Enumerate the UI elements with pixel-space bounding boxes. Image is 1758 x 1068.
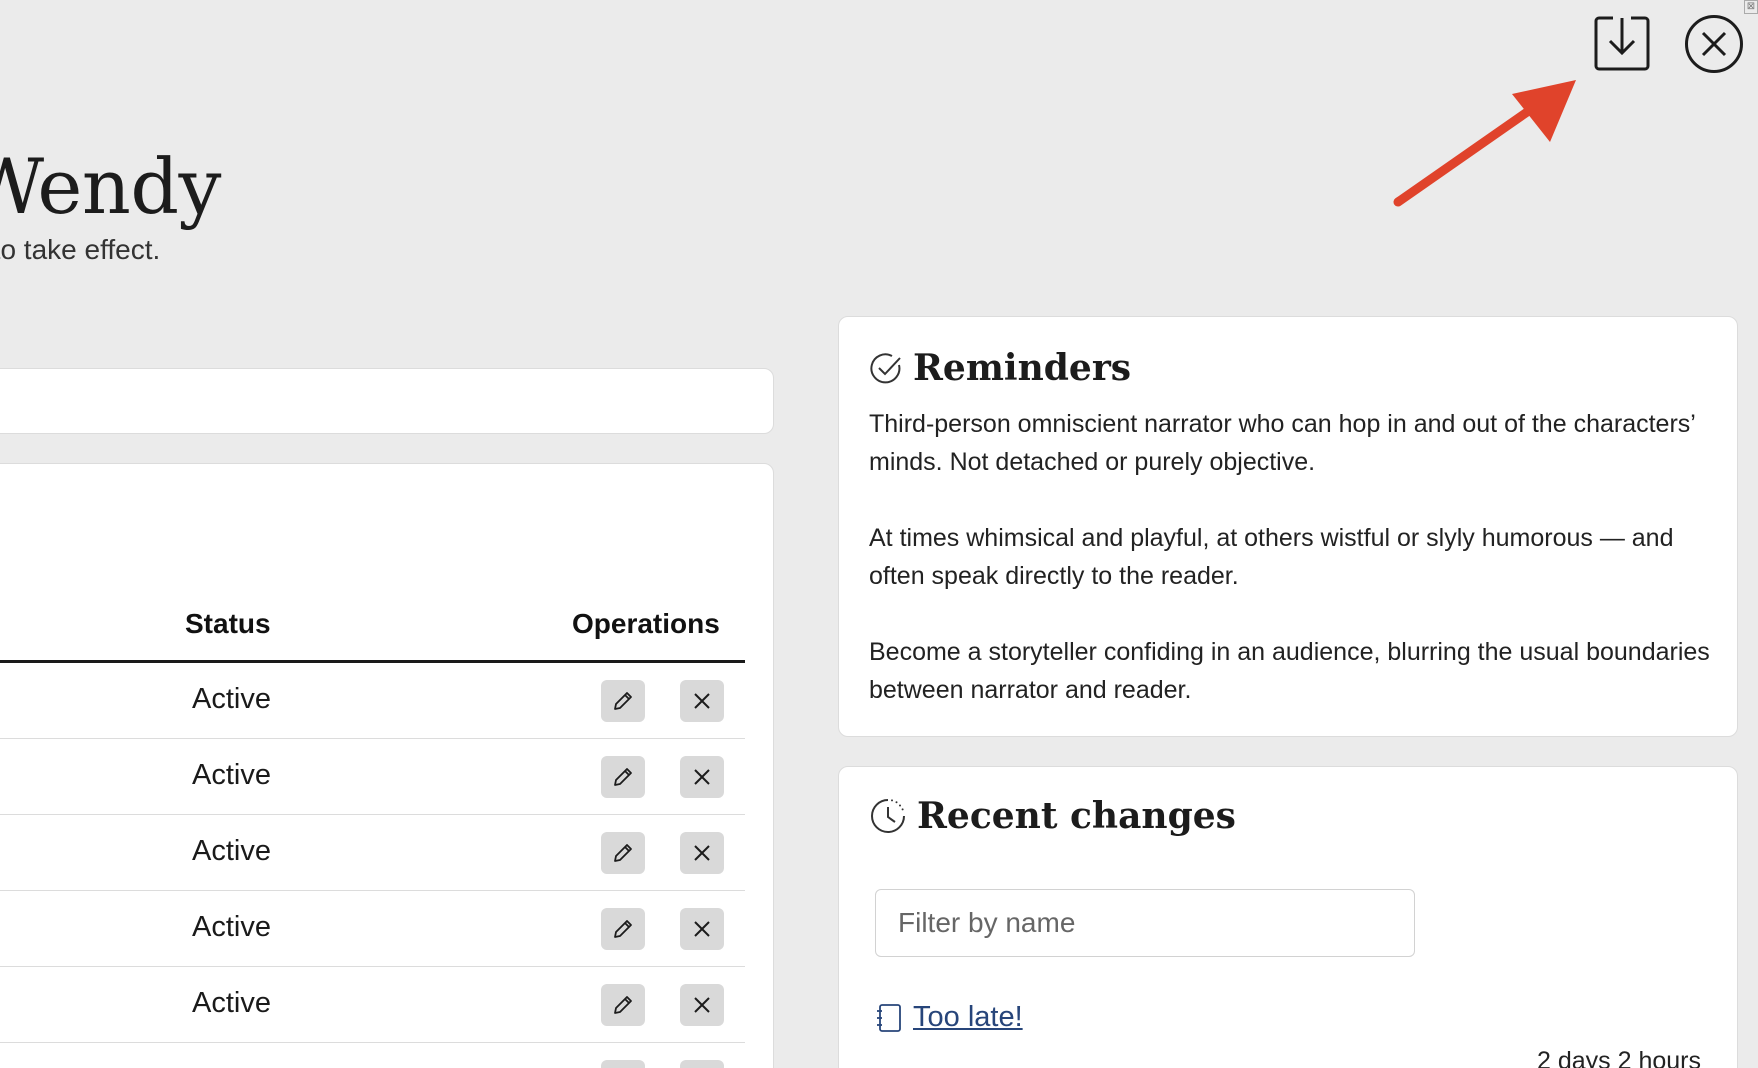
page-subtitle: em to take effect. bbox=[0, 234, 161, 265]
delete-button[interactable] bbox=[680, 832, 724, 874]
status-cell: Active bbox=[192, 835, 271, 867]
delete-button[interactable] bbox=[680, 756, 724, 798]
pencil-icon bbox=[614, 768, 632, 786]
reminder-paragraph: Third-person omniscient narrator who can… bbox=[869, 410, 1695, 476]
pencil-icon bbox=[614, 996, 632, 1014]
table-row: Active bbox=[0, 815, 745, 891]
table-row bbox=[0, 1043, 745, 1068]
corner-mark: ⊠ bbox=[1744, 0, 1758, 14]
change-item[interactable]: Too late! bbox=[875, 1001, 1023, 1034]
close-icon bbox=[1685, 15, 1743, 73]
recent-changes-card: Recent changes Too late! 2 days 2 hours bbox=[838, 766, 1738, 1068]
reminder-paragraph: At times whimsical and playful, at other… bbox=[869, 524, 1674, 590]
recent-changes-title: Recent changes bbox=[917, 795, 1236, 837]
edit-button[interactable] bbox=[601, 1060, 645, 1068]
x-icon bbox=[694, 845, 710, 861]
delete-button[interactable] bbox=[680, 984, 724, 1026]
x-icon bbox=[694, 921, 710, 937]
edit-button[interactable] bbox=[601, 756, 645, 798]
column-header-status[interactable]: Status bbox=[185, 608, 271, 640]
download-button[interactable] bbox=[1593, 14, 1651, 72]
filter-by-name-input[interactable] bbox=[875, 889, 1415, 957]
status-cell: Active bbox=[192, 683, 271, 715]
status-cell: Active bbox=[192, 759, 271, 791]
table-card: Status Operations Active Active Active A… bbox=[0, 463, 774, 1068]
table-row: Active bbox=[0, 739, 745, 815]
edit-button[interactable] bbox=[601, 832, 645, 874]
change-item-link[interactable]: Too late! bbox=[913, 1001, 1023, 1034]
reminders-header: Reminders bbox=[869, 347, 1131, 389]
reminders-card: Reminders Third-person omniscient narrat… bbox=[838, 316, 1738, 737]
table-row: Active bbox=[0, 967, 745, 1043]
reminder-paragraph: Become a storyteller confiding in an aud… bbox=[869, 638, 1710, 704]
table-row: Active bbox=[0, 663, 745, 739]
recent-changes-header: Recent changes bbox=[869, 795, 1236, 837]
check-circle-icon bbox=[870, 353, 901, 384]
close-button[interactable] bbox=[1684, 14, 1744, 74]
page-title: Wendy bbox=[0, 142, 221, 231]
change-item-time: 2 days 2 hours bbox=[1537, 1047, 1701, 1068]
x-icon bbox=[694, 997, 710, 1013]
clock-icon bbox=[871, 799, 905, 833]
status-cell: Active bbox=[192, 987, 271, 1019]
edit-button[interactable] bbox=[601, 680, 645, 722]
x-icon bbox=[694, 769, 710, 785]
pencil-icon bbox=[614, 844, 632, 862]
delete-button[interactable] bbox=[680, 680, 724, 722]
notebook-icon bbox=[877, 1003, 901, 1032]
edit-button[interactable] bbox=[601, 984, 645, 1026]
search-card[interactable] bbox=[0, 368, 774, 434]
reminders-title: Reminders bbox=[913, 347, 1132, 389]
delete-button[interactable] bbox=[680, 1060, 724, 1068]
pencil-icon bbox=[614, 692, 632, 710]
pencil-icon bbox=[614, 920, 632, 938]
table-row: Active bbox=[0, 891, 745, 967]
download-icon bbox=[1594, 16, 1650, 71]
delete-button[interactable] bbox=[680, 908, 724, 950]
column-header-operations: Operations bbox=[572, 608, 720, 639]
x-icon bbox=[694, 693, 710, 709]
edit-button[interactable] bbox=[601, 908, 645, 950]
annotation-arrow bbox=[1393, 80, 1576, 207]
status-cell: Active bbox=[192, 911, 271, 943]
